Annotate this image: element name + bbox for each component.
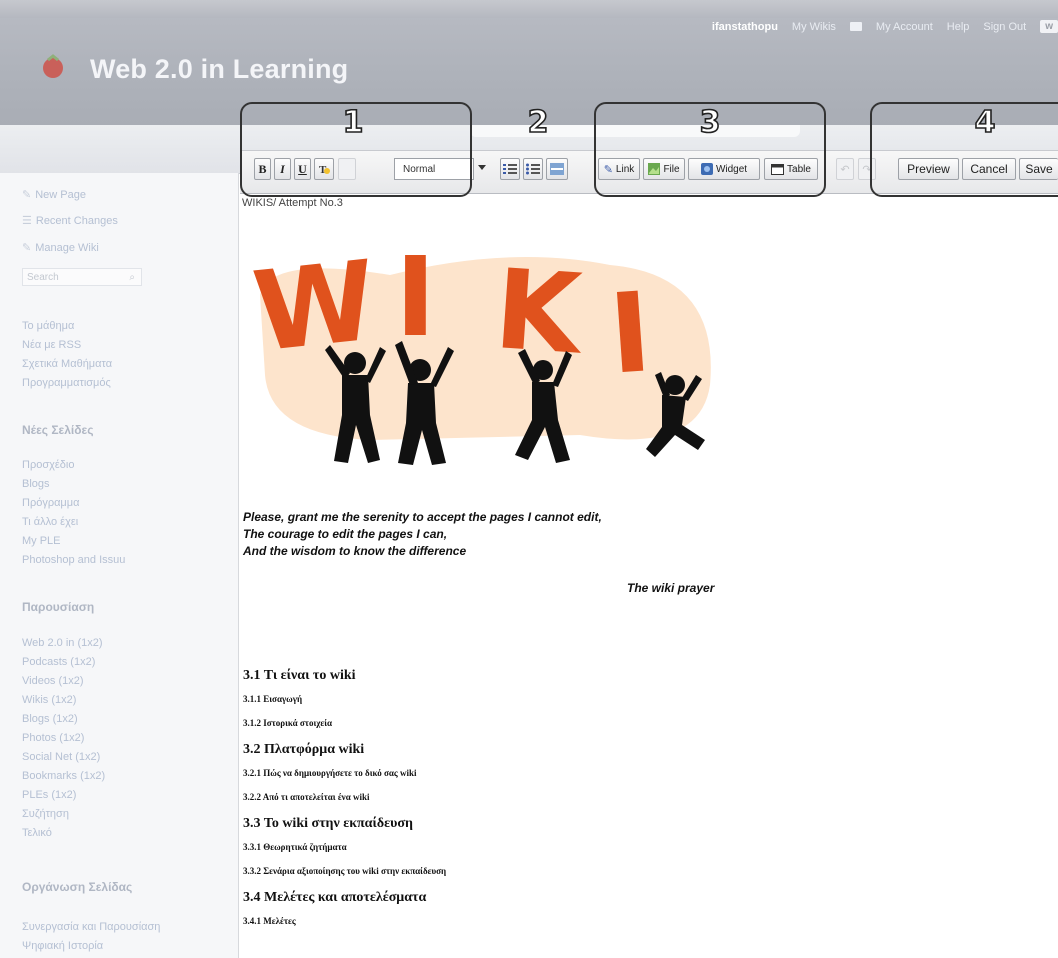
sidebar-link[interactable]: Σχετικά Μαθήματα bbox=[22, 358, 112, 370]
annotation-label-3: 3 bbox=[699, 105, 721, 140]
sidebar-heading-new-pages: Νέες Σελίδες bbox=[22, 423, 94, 437]
wrench-icon: ✎ bbox=[22, 242, 32, 254]
preview-button[interactable]: Preview bbox=[898, 158, 959, 180]
toc-heading: 3.1 Τι είναι το wiki bbox=[243, 668, 356, 683]
sidebar-link[interactable]: Πρόγραμμα bbox=[22, 497, 79, 509]
italic-button[interactable]: I bbox=[274, 158, 291, 180]
image-file-icon bbox=[648, 163, 661, 175]
sign-out-link[interactable]: Sign Out bbox=[983, 21, 1026, 33]
list-icon: ☰ bbox=[22, 215, 32, 227]
toc-subheading: 3.1.2 Ιστορικά στοιχεία bbox=[243, 718, 333, 728]
my-wikis-link[interactable]: My Wikis bbox=[792, 21, 836, 33]
table-icon bbox=[771, 163, 785, 175]
prayer-line: And the wisdom to know the difference bbox=[243, 544, 467, 558]
sidebar-link[interactable]: Προγραμματισμός bbox=[22, 377, 111, 389]
annotation-label-2: 2 bbox=[527, 105, 549, 140]
sidebar-link[interactable]: Blogs (1x2) bbox=[22, 713, 78, 725]
numbered-list-button[interactable] bbox=[500, 158, 520, 180]
text-color-button[interactable]: T bbox=[314, 158, 334, 180]
toc-heading: 3.3 Το wiki στην εκπαίδευση bbox=[243, 816, 413, 831]
link-icon: ✎ bbox=[603, 163, 613, 176]
sidebar-link[interactable]: Wikis (1x2) bbox=[22, 694, 76, 706]
toc-subheading: 3.3.1 Θεωρητικά ζητήματα bbox=[243, 842, 347, 852]
bullet-list-button[interactable] bbox=[523, 158, 543, 180]
link-button[interactable]: ✎ Link bbox=[598, 158, 640, 180]
prayer-caption: The wiki prayer bbox=[627, 581, 715, 595]
sidebar-search-input[interactable]: Search ⌕ bbox=[22, 268, 142, 286]
toc-subheading: 3.4.1 Μελέτες bbox=[243, 916, 296, 926]
toc-subheading: 3.2.1 Πώς να δημιουργήσετε το δικό σας w… bbox=[243, 768, 417, 778]
toc-heading: 3.4 Μελέτες και αποτελέσματα bbox=[243, 890, 427, 905]
undo-button[interactable]: ↶ bbox=[836, 158, 854, 180]
underline-button[interactable]: U bbox=[294, 158, 311, 180]
sidebar-link[interactable]: Videos (1x2) bbox=[22, 675, 84, 687]
sidebar-link[interactable]: Συνεργασία και Παρουσίαση bbox=[22, 921, 160, 933]
recent-changes-link[interactable]: ☰ Recent Changes bbox=[22, 214, 118, 227]
sidebar-link[interactable]: Τελικό bbox=[22, 827, 52, 839]
sidebar-link[interactable]: Συζήτηση bbox=[22, 808, 69, 820]
toc-subheading: 3.2.2 Από τι αποτελείται ένα wiki bbox=[243, 792, 370, 802]
wiki-illustration: W I K I bbox=[250, 235, 711, 465]
numbered-list-icon bbox=[503, 164, 517, 174]
manage-wiki-link[interactable]: ✎ Manage Wiki bbox=[22, 241, 99, 254]
wiki-letter-k: K bbox=[491, 245, 589, 379]
file-button[interactable]: File bbox=[643, 158, 685, 180]
top-nav: ifanstathopu My Wikis My Account Help Si… bbox=[712, 20, 1058, 33]
widget-button[interactable]: Widget bbox=[688, 158, 760, 180]
save-button[interactable]: Save bbox=[1019, 158, 1058, 180]
prayer-line: The courage to edit the pages I can, bbox=[243, 527, 448, 541]
sidebar-link[interactable]: Προσχέδιο bbox=[22, 459, 74, 471]
paragraph-style-select[interactable]: Normal bbox=[394, 158, 474, 180]
sidebar-link[interactable]: Το μάθημα bbox=[22, 320, 74, 332]
toc-subheading: 3.3.2 Σενάρια αξιοποίησης του wiki στην … bbox=[243, 866, 447, 876]
site-title[interactable]: Web 2.0 in Learning bbox=[90, 54, 348, 85]
widget-icon bbox=[700, 163, 713, 175]
sidebar-link[interactable]: Web 2.0 in (1x2) bbox=[22, 637, 103, 649]
table-button[interactable]: Table bbox=[764, 158, 818, 180]
wikispaces-badge[interactable]: w bbox=[1040, 20, 1058, 33]
clear-format-button[interactable] bbox=[338, 158, 356, 180]
new-page-link[interactable]: ✎ New Page bbox=[22, 188, 86, 201]
sidebar-heading-members: Παρουσίαση bbox=[22, 600, 95, 614]
sidebar-link[interactable]: Podcasts (1x2) bbox=[22, 656, 95, 668]
wiki-prayer-quote: Please, grant me the serenity to accept … bbox=[243, 509, 602, 560]
sidebar-link[interactable]: PLEs (1x2) bbox=[22, 789, 76, 801]
pencil-icon: ✎ bbox=[22, 189, 32, 201]
bullet-list-icon bbox=[526, 163, 540, 175]
annotation-label-1: 1 bbox=[342, 105, 364, 140]
horizontal-rule-button[interactable] bbox=[546, 158, 568, 180]
page-breadcrumb: WIKIS/ Attempt No.3 bbox=[242, 197, 343, 209]
sidebar-heading-more: Οργάνωση Σελίδας bbox=[22, 880, 133, 894]
sidebar-link[interactable]: Νέα με RSS bbox=[22, 339, 81, 351]
text-color-icon: T bbox=[319, 164, 330, 176]
table-of-contents: 3.1 Τι είναι το wiki 3.1.1 Εισαγωγή 3.1.… bbox=[243, 668, 446, 940]
my-account-link[interactable]: My Account bbox=[876, 21, 933, 33]
sidebar-link[interactable]: Photos (1x2) bbox=[22, 732, 84, 744]
annotation-label-4: 4 bbox=[974, 105, 996, 140]
toc-subheading: 3.1.1 Εισαγωγή bbox=[243, 694, 303, 704]
sidebar-link[interactable]: Social Net (1x2) bbox=[22, 751, 100, 763]
prayer-line: Please, grant me the serenity to accept … bbox=[243, 510, 602, 524]
user-link[interactable]: ifanstathopu bbox=[712, 21, 778, 33]
cancel-button[interactable]: Cancel bbox=[962, 158, 1016, 180]
chevron-down-icon[interactable] bbox=[478, 165, 486, 170]
bold-button[interactable]: B bbox=[254, 158, 271, 180]
horizontal-rule-icon bbox=[550, 163, 564, 175]
wiki-logo-icon bbox=[43, 54, 63, 78]
search-icon[interactable]: ⌕ bbox=[129, 272, 135, 283]
help-link[interactable]: Help bbox=[947, 21, 970, 33]
sidebar-link[interactable]: Τι άλλο έχει bbox=[22, 516, 78, 528]
toc-heading: 3.2 Πλατφόρμα wiki bbox=[243, 742, 365, 757]
sidebar-link[interactable]: Bookmarks (1x2) bbox=[22, 770, 105, 782]
redo-button[interactable]: ↷ bbox=[858, 158, 876, 180]
mail-icon[interactable] bbox=[849, 22, 862, 31]
sidebar-link[interactable]: Blogs bbox=[22, 478, 50, 490]
sidebar-link[interactable]: Ψηφιακή Ιστορία bbox=[22, 940, 103, 952]
sidebar-link[interactable]: Photoshop and Issuu bbox=[22, 554, 125, 566]
sidebar-link[interactable]: My PLE bbox=[22, 535, 61, 547]
